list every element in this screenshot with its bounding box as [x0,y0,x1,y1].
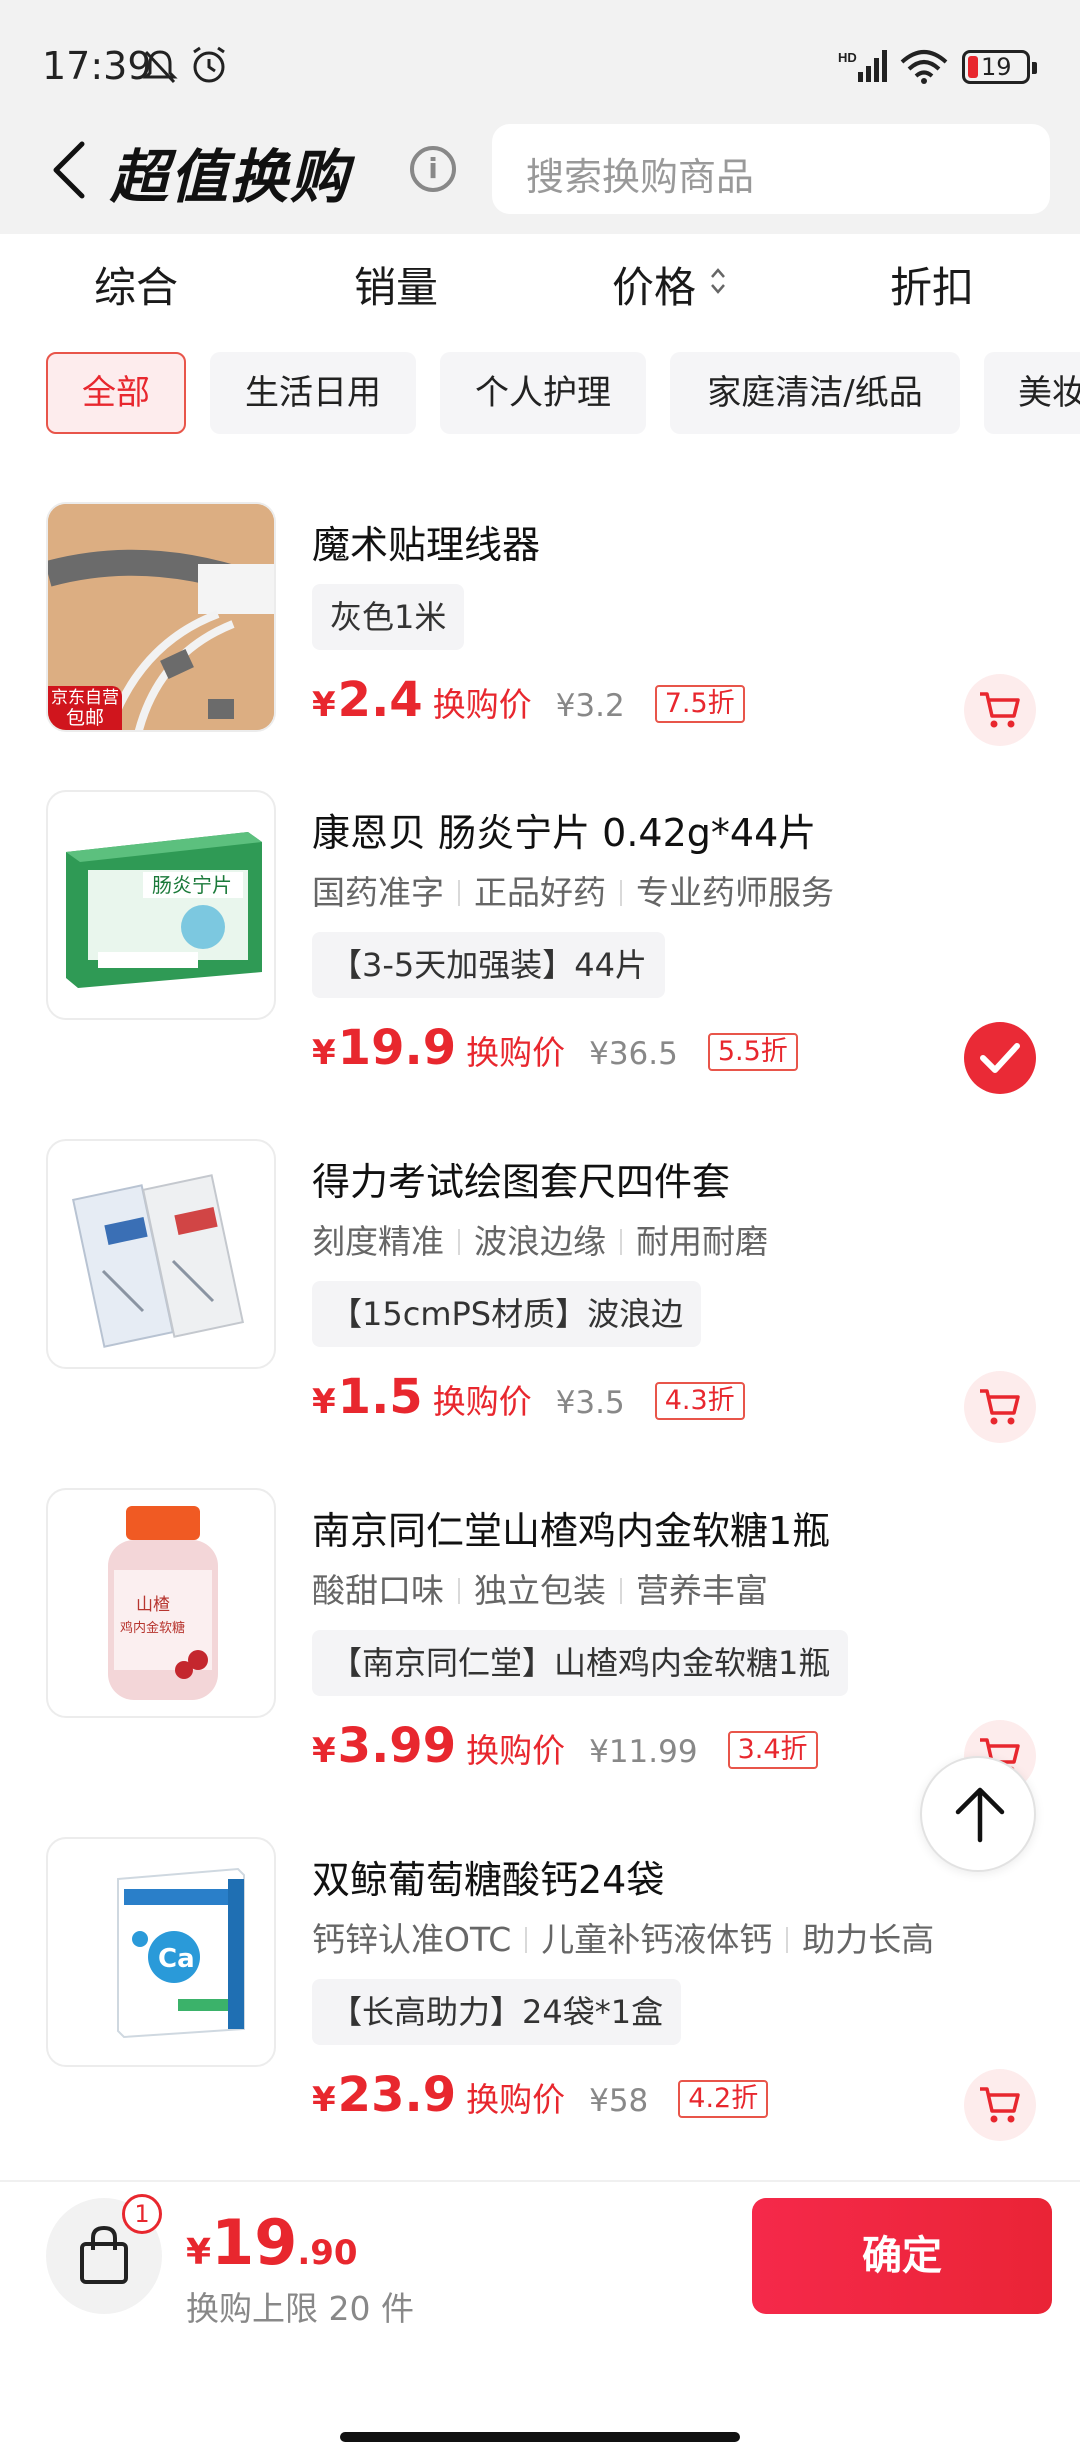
price-label: 换购价 [466,1731,566,1770]
checkout-bar: 1 ¥19.90 换购上限 20 件 确定 [0,2180,1080,2460]
sort-arrows-icon [711,268,725,294]
product-tags: 刻度精准 波浪边缘 耐用耐磨 [312,1222,768,1261]
product-name: 魔术贴理线器 [312,523,541,567]
discount-badge: 5.5折 [707,1033,798,1071]
product-name: 康恩贝 肠炎宁片 0.42g*44片 [312,811,817,855]
category-chip-daily[interactable]: 生活日用 [210,352,416,434]
product-spec[interactable]: 【南京同仁堂】山楂鸡内金软糖1瓶 [312,1630,849,1696]
add-to-cart-button[interactable] [964,674,1036,746]
selected-check-button[interactable] [964,1022,1036,1094]
svg-text:肠炎宁片: 肠炎宁片 [152,873,232,897]
exchange-price: ¥3.99 [312,1718,457,1774]
product-spec[interactable]: 【15cmPS材质】波浪边 [312,1281,702,1347]
original-price: ¥3.2 [555,688,625,724]
product-item[interactable]: 山楂 鸡内金软糖 南京同仁堂山楂鸡内金软糖1瓶 酸甜口味 独立包装 营养丰富 【南京… [0,1488,1080,1836]
category-chip-all[interactable]: 全部 [46,352,186,434]
back-arrow-icon[interactable] [48,140,92,200]
sort-tab-discount[interactable]: 折扣 [890,254,974,315]
category-chip-cleaning[interactable]: 家庭清洁/纸品 [670,352,960,434]
check-icon [980,1043,1020,1073]
discount-badge: 4.2折 [678,2080,769,2118]
svg-text:Ca: Ca [158,1944,195,1974]
page-title: 超值换购 [110,143,351,211]
bag-count-badge: 1 [122,2194,162,2234]
product-name: 南京同仁堂山楂鸡内金软糖1瓶 [312,1509,831,1553]
add-to-cart-button[interactable] [964,1371,1036,1443]
price-row: ¥2.4 换购价 ¥3.2 7.5折 [312,672,745,732]
sort-tab-comprehensive[interactable]: 综合 [94,254,178,315]
product-image: 肠炎宁片 [46,790,276,1020]
battery-level: 19 [981,53,1012,81]
cart-icon [980,692,1020,728]
original-price: ¥11.99 [589,1734,698,1770]
product-spec[interactable]: 【长高助力】24袋*1盒 [312,1979,682,2045]
price-label: 换购价 [466,2080,566,2119]
exchange-price: ¥23.9 [312,2067,457,2123]
product-image: Ca [46,1837,276,2067]
status-bar: 17:39 HD 19 [0,0,1080,130]
product-tags: 酸甜口味 独立包装 营养丰富 [312,1571,768,1610]
sort-bar: 综合 销量 价格 折扣 [0,234,1080,344]
price-row: ¥23.9 换购价 ¥58 4.2折 [312,2067,769,2127]
discount-badge: 4.3折 [654,1382,745,1420]
original-price: ¥58 [589,2083,649,2119]
price-label: 换购价 [432,1382,532,1421]
price-row: ¥3.99 换购价 ¥11.99 3.4折 [312,1718,818,1778]
category-chips: 全部 生活日用 个人护理 家庭清洁/纸品 美妆 [0,352,1080,438]
product-tags: 钙锌认准OTC 儿童补钙液体钙 助力长高 [312,1920,935,1959]
home-indicator[interactable] [340,2432,740,2442]
alarm-icon [193,46,225,83]
info-icon[interactable]: i [410,146,456,192]
exchange-price: ¥19.9 [312,1020,457,1076]
cart-icon [980,2087,1020,2123]
product-tags: 国药准字 正品好药 专业药师服务 [312,873,834,912]
shopping-bag-icon [80,2225,128,2284]
discount-badge: 3.4折 [727,1731,818,1769]
product-image [46,1139,276,1369]
product-item[interactable]: Ca 双鲸葡萄糖酸钙24袋 钙锌认准OTC 儿童补钙液体钙 助力长高 【长高助力】2… [0,1837,1080,2185]
product-name: 双鲸葡萄糖酸钙24袋 [312,1858,665,1902]
sort-tab-price[interactable]: 价格 [612,254,696,315]
cart-icon [980,1389,1020,1425]
sort-tab-sales[interactable]: 销量 [354,254,438,315]
mute-bell-icon [142,50,178,84]
original-price: ¥36.5 [589,1036,678,1072]
battery-icon: 19 [962,50,1037,84]
category-chip-beauty[interactable]: 美妆 [984,352,1080,434]
product-spec[interactable]: 【3-5天加强装】44片 [312,932,665,998]
product-spec[interactable]: 灰色1米 [312,584,465,650]
price-label: 换购价 [466,1033,566,1072]
arrow-up-icon [955,1787,1005,1843]
discount-badge: 7.5折 [654,685,745,723]
exchange-limit-text: 换购上限 20 件 [186,2289,414,2328]
jd-badge: 京东自营 包邮 [48,686,122,730]
back-to-top-button[interactable] [920,1756,1036,1872]
exchange-price: ¥2.4 [312,672,423,728]
product-image: 京东自营 包邮 [46,502,276,732]
price-row: ¥1.5 换购价 ¥3.5 4.3折 [312,1369,745,1429]
exchange-price: ¥1.5 [312,1369,423,1425]
price-label: 换购价 [432,685,532,724]
product-name: 得力考试绘图套尺四件套 [312,1160,731,1204]
search-placeholder: 搜索换购商品 [526,155,755,199]
svg-text:山楂: 山楂 [136,1595,170,1615]
svg-text:HD: HD [838,50,857,65]
header-area: 17:39 HD 19 超值换购 i 搜索换购商品 [0,0,1080,234]
svg-text:鸡内金软糖: 鸡内金软糖 [120,1620,185,1636]
search-input[interactable]: 搜索换购商品 [492,124,1050,214]
confirm-button[interactable]: 确定 [752,2198,1052,2314]
category-chip-personal-care[interactable]: 个人护理 [440,352,646,434]
price-row: ¥19.9 换购价 ¥36.5 5.5折 [312,1020,798,1080]
wifi-icon [900,50,948,84]
product-image: 山楂 鸡内金软糖 [46,1488,276,1718]
product-item[interactable]: 得力考试绘图套尺四件套 刻度精准 波浪边缘 耐用耐磨 【15cmPS材质】波浪边 ¥… [0,1139,1080,1487]
product-item[interactable]: 肠炎宁片 康恩贝 肠炎宁片 0.42g*44片 国药准字 正品好药 专业药师服务 【… [0,790,1080,1138]
status-time: 17:39 [42,44,152,88]
add-to-cart-button[interactable] [964,2069,1036,2141]
signal-icon: HD [838,50,887,82]
total-price: ¥19.90 [186,2206,358,2279]
original-price: ¥3.5 [555,1385,625,1421]
